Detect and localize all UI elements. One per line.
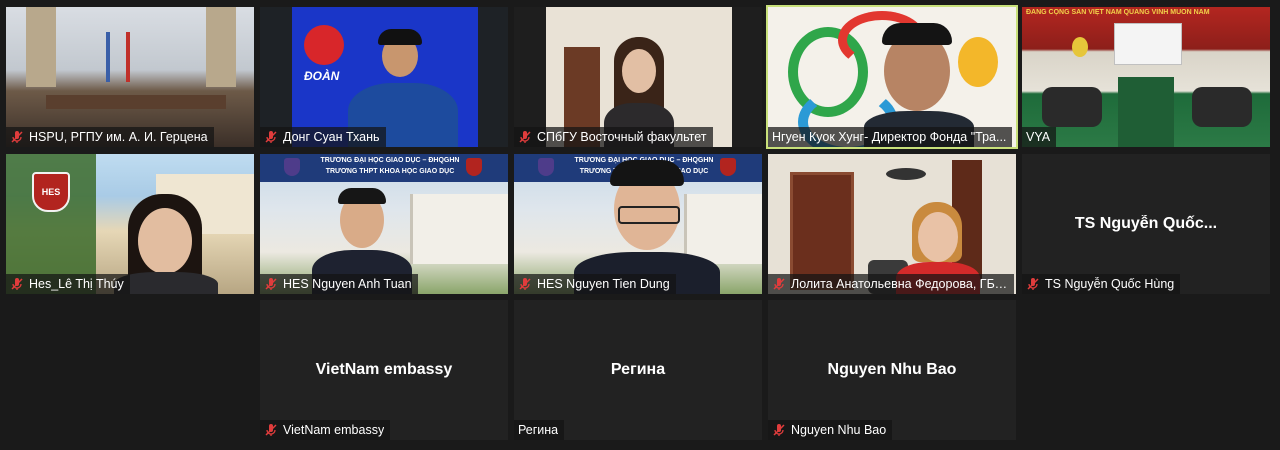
muted-mic-icon: [265, 424, 277, 436]
muted-mic-icon: [11, 131, 23, 143]
participant-name: Регина: [518, 423, 559, 437]
participant-name: СПбГУ Восточный факультет: [537, 130, 707, 144]
participant-name: Лолита Анатольевна Федорова, ГБО...: [791, 277, 1008, 291]
participant-name-label: Регина: [514, 420, 565, 440]
participant-display-name: Nguyen Nhu Bao: [827, 361, 957, 378]
participant-tile-nguyen-quoc-hung-director[interactable]: Нгуен Куок Хунг- Директор Фонда "Тра...: [766, 5, 1018, 149]
participant-tile-hspu[interactable]: HSPU, РГПУ им. А. И. Герцена: [6, 7, 254, 147]
muted-mic-icon: [773, 278, 785, 290]
participant-tile-lolita-fedorova[interactable]: Лолита Анатольевна Федорова, ГБО...: [768, 154, 1016, 294]
participant-name: Нгуен Куок Хунг- Директор Фонда "Тра...: [772, 130, 1007, 144]
participant-name-label: Лолита Анатольевна Федорова, ГБО...: [768, 274, 1014, 294]
muted-mic-icon: [11, 278, 23, 290]
participant-tile-vya[interactable]: ĐẢNG CỘNG SẢN VIỆT NAM QUANG VINH MUÔN N…: [1022, 7, 1270, 147]
participant-video: TRƯỜNG ĐẠI HỌC GIÁO DỤC – ĐHQGHN TRƯỜNG …: [514, 154, 762, 294]
hes-banner-line2: TRƯỜNG THPT KHOA HỌC GIÁO DỤC: [325, 168, 455, 175]
participant-name: Hes_Lê Thị Thúy: [29, 277, 124, 291]
participant-video: ĐOÀN: [260, 7, 508, 147]
participant-display-name: TS Nguyễn Quốc...: [1074, 215, 1218, 232]
participant-video: [768, 7, 1016, 147]
participant-tile-ts-nguyen-quoc-hung[interactable]: TS Nguyễn Quốc... TS Nguyễn Quốc Hùng: [1022, 154, 1270, 294]
participant-tile-hes-nguyen-anh-tuan[interactable]: TRƯỜNG ĐẠI HỌC GIÁO DỤC – ĐHQGHN TRƯỜNG …: [260, 154, 508, 294]
participant-name-label: Hes_Lê Thị Thúy: [6, 274, 130, 294]
participant-name-label: Nguyen Nhu Bao: [768, 420, 893, 440]
muted-mic-icon: [773, 424, 785, 436]
participant-tile-hes-nguyen-tien-dung[interactable]: TRƯỜNG ĐẠI HỌC GIÁO DỤC – ĐHQGHN TRƯỜNG …: [514, 154, 762, 294]
participant-video: [6, 7, 254, 147]
participant-video: HES: [6, 154, 254, 294]
participant-video: ĐẢNG CỘNG SẢN VIỆT NAM QUANG VINH MUÔN N…: [1022, 7, 1270, 147]
muted-mic-icon: [265, 131, 277, 143]
participant-name-label: СПбГУ Восточный факультет: [514, 127, 713, 147]
participant-display-name: VietNam embassy: [315, 361, 453, 378]
participant-tile-nguyen-nhu-bao[interactable]: Nguyen Nhu Bao Nguyen Nhu Bao: [768, 300, 1016, 440]
doan-logo-text: ĐOÀN: [304, 69, 340, 83]
participant-name-label: VYA: [1022, 127, 1057, 147]
vya-banner-text: ĐẢNG CỘNG SẢN VIỆT NAM QUANG VINH MUÔN N…: [1026, 9, 1210, 16]
participant-name: Донг Суан Тхань: [283, 130, 380, 144]
participant-tile-hes-le-thi-thuy[interactable]: HES Hes_Lê Thị Thúy: [6, 154, 254, 294]
participant-video: [768, 154, 1016, 294]
participant-name-label: Донг Суан Тхань: [260, 127, 386, 147]
muted-mic-icon: [1027, 278, 1039, 290]
participant-tile-spbgu[interactable]: СПбГУ Восточный факультет: [514, 7, 762, 147]
participant-tile-regina[interactable]: Регина Регина: [514, 300, 762, 440]
participant-name: VietNam embassy: [283, 423, 385, 437]
participant-name-label: Нгуен Куок Хунг- Директор Фонда "Тра...: [768, 127, 1013, 147]
muted-mic-icon: [519, 131, 531, 143]
participant-name-label: HSPU, РГПУ им. А. И. Герцена: [6, 127, 214, 147]
participant-name: HES Nguyen Tien Dung: [537, 277, 670, 291]
participant-name: HSPU, РГПУ им. А. И. Герцена: [29, 130, 208, 144]
participant-name: HES Nguyen Anh Tuan: [283, 277, 412, 291]
participant-video: TRƯỜNG ĐẠI HỌC GIÁO DỤC – ĐHQGHN TRƯỜNG …: [260, 154, 508, 294]
participant-video: [514, 7, 762, 147]
participant-name-label: HES Nguyen Anh Tuan: [260, 274, 418, 294]
hes-shield-logo: HES: [32, 172, 70, 212]
participant-name-label: VietNam embassy: [260, 420, 391, 440]
participant-display-name: Регина: [610, 361, 666, 378]
participant-tile-vietnam-embassy[interactable]: VietNam embassy VietNam embassy: [260, 300, 508, 440]
participant-tile-dong-xuan-thanh[interactable]: ĐOÀN Донг Суан Тхань: [260, 7, 508, 147]
participant-name: VYA: [1026, 130, 1051, 144]
participant-name-label: TS Nguyễn Quốc Hùng: [1022, 274, 1181, 294]
muted-mic-icon: [265, 278, 277, 290]
muted-mic-icon: [519, 278, 531, 290]
hes-banner-line1: TRƯỜNG ĐẠI HỌC GIÁO DỤC – ĐHQGHN: [320, 157, 460, 164]
participant-name-label: HES Nguyen Tien Dung: [514, 274, 676, 294]
participant-name: TS Nguyễn Quốc Hùng: [1045, 277, 1175, 291]
participant-name: Nguyen Nhu Bao: [791, 423, 887, 437]
